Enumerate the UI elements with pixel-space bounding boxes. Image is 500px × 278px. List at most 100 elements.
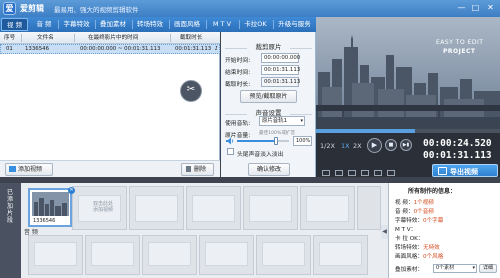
chevron-down-icon: ▾ [300, 118, 303, 124]
settings-icon[interactable] [374, 170, 382, 176]
start-time-field[interactable]: 00:00:00.000 [261, 53, 300, 63]
current-time: 00:00:24.520 [423, 138, 492, 149]
tab-karaoke[interactable]: 卡拉OK [240, 18, 271, 31]
play-icon[interactable]: ▶ [367, 138, 382, 153]
info-row-transitions: 转场特效：无特效 [395, 245, 440, 251]
fade-label: 头尾声音淡入淡出 [237, 152, 284, 158]
duration-field: 00:01:31.113 [261, 77, 300, 87]
stop-icon[interactable]: ■ [385, 139, 397, 151]
clip-thumbnail-image [32, 192, 69, 216]
empty-clip-slot[interactable] [129, 186, 184, 230]
volume-slider[interactable] [237, 137, 289, 145]
empty-clip-slot[interactable] [186, 186, 241, 230]
folder-icon[interactable] [348, 170, 356, 176]
seek-bar[interactable] [316, 129, 500, 133]
total-time: 00:01:31.113 [423, 150, 492, 161]
export-icon [438, 167, 447, 175]
audio-slot[interactable] [28, 235, 83, 275]
trim-section-title: 裁剪原片 [255, 43, 282, 51]
row-duration: 00:01:31.113 [175, 46, 212, 52]
end-time-label: 结束时间: [225, 70, 251, 76]
edit-cursor-icon: 𝘐 [215, 46, 218, 52]
app-slogan: 最易用、强大的视频剪辑软件 [54, 6, 139, 14]
delete-button[interactable]: 删除 [181, 163, 214, 176]
table-row[interactable]: 01 1336546 00:00:00.000 ~ 00:01:31.113 0… [0, 44, 220, 54]
audio-track-select[interactable]: 原片音轨1 ▾ [259, 116, 305, 126]
clip-name: 1336546 [33, 218, 56, 224]
export-video-button[interactable]: 导出视频 [432, 164, 498, 177]
confirm-changes-button[interactable]: 确认修改 [248, 163, 290, 176]
chevron-down-icon: ▾ [472, 265, 475, 271]
speed-half-button[interactable]: 1/2X [320, 142, 335, 150]
scissors-icon[interactable]: ✂ [180, 80, 202, 102]
details-button[interactable]: 详细 [479, 264, 497, 273]
minimize-button[interactable]: — [456, 3, 467, 13]
tab-video[interactable]: 视 频 [1, 18, 28, 31]
music-icon[interactable] [361, 170, 369, 176]
timeline-side-tab[interactable]: 已添加片段 [0, 183, 21, 278]
volume-value-field[interactable]: 100% [293, 136, 312, 146]
project-info-panel: 所有制作的信息： 视 频：1个视频 音 频：0个音频 字幕特效：0个字幕 M T… [388, 183, 500, 278]
fullscreen-icon[interactable] [335, 170, 343, 176]
timeline: 已添加片段 双击此处 添加视频 1336546 ✕ 音 频 [0, 183, 388, 278]
video-preview[interactable]: EASY TO EDIT PROJECT [316, 17, 500, 129]
audio-slot[interactable] [85, 235, 140, 275]
tab-picture-style[interactable]: 画面风格 [170, 18, 204, 31]
trash-icon [186, 166, 191, 172]
info-row-video: 视 频：1个视频 [395, 200, 434, 206]
add-video-button[interactable]: 添加视频 [5, 163, 53, 176]
audio-slot[interactable] [199, 235, 254, 275]
tab-upgrade-services[interactable]: 升级与服务 [274, 18, 315, 31]
main-tab-bar: 视 频 音 频 字幕特效 叠加素材 转场特效 画面风格 M T V 卡拉OK 升… [0, 17, 316, 32]
end-time-field[interactable]: 00:01:31.113 [261, 65, 300, 75]
preview-overlay-title: EASY TO EDIT [436, 39, 484, 46]
info-row-mtv: M T V： [395, 227, 417, 233]
tab-transition-effects[interactable]: 转场特效 [133, 18, 167, 31]
clip-list-toolbar: 添加视频 删除 [0, 160, 220, 177]
film-icon [9, 166, 16, 172]
start-time-label: 开始时间: [225, 58, 251, 64]
info-row-subtitles: 字幕特效：0个字幕 [395, 218, 444, 224]
app-logo-icon: 爱 [3, 2, 16, 15]
trim-panel: 裁剪原片 开始时间: 00:00:00.000 结束时间: 00:01:31.1… [221, 32, 316, 177]
info-row-audio: 音 频：0个音频 [395, 209, 434, 215]
tab-overlay-materials[interactable]: 叠加素材 [96, 18, 130, 31]
screenshot-icon[interactable] [322, 170, 330, 176]
tab-subtitle-effects[interactable]: 字幕特效 [60, 18, 93, 31]
empty-clip-slot[interactable] [300, 186, 355, 230]
maximize-button[interactable]: □ [470, 3, 481, 13]
fade-checkbox[interactable] [227, 148, 234, 155]
tab-mtv[interactable]: M T V [207, 18, 237, 31]
speed-2x-button[interactable]: 2X [353, 142, 362, 150]
info-row-overlay: 叠加素材： [395, 267, 423, 273]
speed-1x-button[interactable]: 1X [341, 142, 350, 150]
collapse-arrow-icon[interactable]: ◀ [381, 225, 388, 239]
next-frame-icon[interactable]: ▶▮ [400, 139, 412, 151]
row-time-range: 00:00:00.000 ~ 00:01:31.113 [80, 46, 161, 52]
audio-slot[interactable] [142, 235, 197, 275]
audio-slot[interactable] [256, 235, 311, 275]
info-row-karaoke: 卡 拉 OK： [395, 236, 424, 242]
timeline-clip[interactable]: 1336546 ✕ [28, 187, 75, 227]
app-name: 爱剪辑 [20, 4, 44, 13]
remove-clip-icon[interactable]: ✕ [68, 187, 75, 194]
info-title: 所有制作的信息： [408, 188, 457, 195]
column-header-index: 序号 [4, 35, 16, 41]
volume-hint: 最佳100%或扩音 [259, 131, 296, 136]
audio-slot[interactable] [313, 235, 368, 275]
preview-overlay-subtitle: PROJECT [443, 48, 476, 55]
clip-table-header: 序号 文件名 在最终影片中的时间 截取时长 [0, 32, 220, 44]
column-header-duration: 截取时长 [180, 35, 203, 41]
column-header-filename: 文件名 [37, 35, 54, 41]
empty-clip-slot[interactable] [357, 186, 381, 230]
empty-clip-slot[interactable] [243, 186, 298, 230]
city-skyline-image [316, 17, 500, 129]
tab-audio[interactable]: 音 频 [32, 18, 56, 31]
add-video-placeholder[interactable]: 双击此处 添加视频 [93, 201, 113, 213]
preview-trim-button[interactable]: 预览/截取原片 [240, 90, 297, 103]
seek-progress [316, 129, 416, 133]
volume-icon[interactable] [387, 170, 395, 176]
row-filename: 1336546 [25, 46, 50, 52]
info-row-picture-style: 画面风格：0个风格 [395, 254, 444, 260]
close-button[interactable]: ✕ [485, 3, 496, 13]
